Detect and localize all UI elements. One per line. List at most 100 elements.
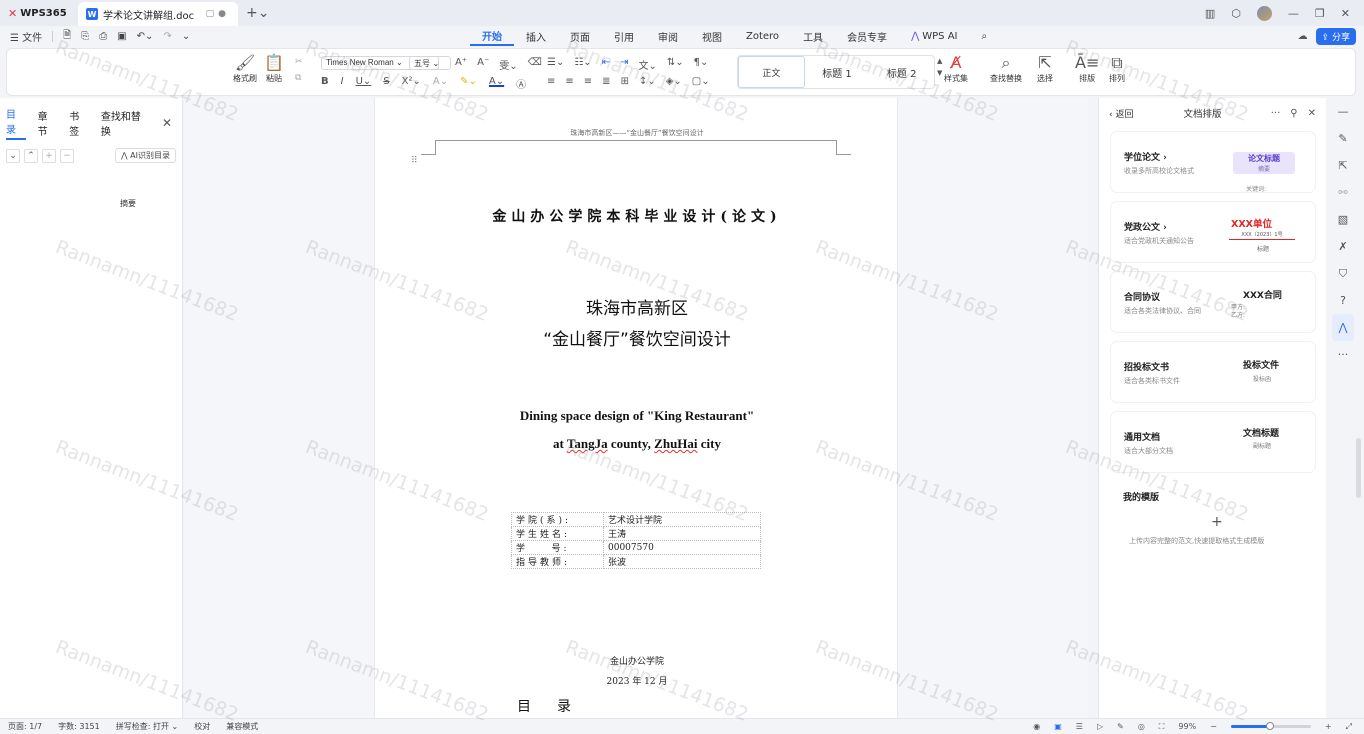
more-options-icon[interactable]: ··· xyxy=(1271,108,1281,119)
info-value[interactable]: 艺术设计学院 xyxy=(603,512,761,527)
zoom-in-icon[interactable]: + xyxy=(1325,722,1332,731)
undo-icon[interactable]: ↶⌄ xyxy=(137,31,154,42)
ai-layout-icon[interactable]: ⋀ xyxy=(1332,314,1354,341)
style-scroll-down-icon[interactable]: ▼ xyxy=(937,69,942,77)
copy-icon[interactable]: ⧉ xyxy=(295,73,303,83)
document-page[interactable]: 珠海市高新区——“金山餐厅”餐饮空间设计 ⠿ 金山办公学院本科毕业设计(论文) … xyxy=(374,98,898,718)
add-heading-icon[interactable]: + xyxy=(42,148,56,163)
redo-icon[interactable]: ↷ xyxy=(163,31,171,42)
underline-icon[interactable]: U⌄ xyxy=(356,76,372,91)
hamburger-menu-icon[interactable]: ☰ 文件 xyxy=(10,29,42,44)
tab-zotero[interactable]: Zotero xyxy=(734,26,791,46)
template-card-bidding[interactable]: 招投标文书 适合各类标书文件 xyxy=(1111,342,1315,402)
superscript-icon[interactable]: X²⌄ xyxy=(402,76,421,91)
tab-wps-ai[interactable]: ⋀ WPS AI xyxy=(899,26,969,46)
minimize-rail-icon[interactable]: — xyxy=(1338,98,1349,125)
layout-icon[interactable]: ▥ xyxy=(1205,7,1215,20)
proofread[interactable]: 校对 xyxy=(186,721,218,732)
template-card-contract[interactable]: 合同协议 适合各类法律协议、合同 xyxy=(1111,272,1315,332)
save-icon[interactable]: 🗎 xyxy=(63,28,71,45)
drag-handle-icon[interactable]: ⠿ xyxy=(411,156,418,166)
page-view-icon[interactable]: ▣ xyxy=(1054,722,1062,731)
align-center-icon[interactable]: ≡ xyxy=(565,76,573,87)
border-icon[interactable]: ▢⌄ xyxy=(692,76,710,87)
avatar[interactable] xyxy=(1256,5,1272,21)
tab-review[interactable]: 审阅 xyxy=(646,26,690,46)
justify-icon[interactable]: ≣ xyxy=(602,76,610,87)
tab-toc[interactable]: 目录 xyxy=(6,106,26,140)
align-left-icon[interactable]: ≡ xyxy=(547,76,555,87)
new-tab-plus-icon[interactable]: +⌄ xyxy=(246,5,269,21)
pin-icon[interactable]: ⚲ xyxy=(1290,108,1297,119)
toc-item[interactable]: 摘要 xyxy=(120,198,136,209)
numbered-list-icon[interactable]: ☷⌄ xyxy=(574,57,591,72)
tab-page[interactable]: 页面 xyxy=(558,26,602,46)
template-card-general[interactable]: 通用文档 适合大部分文档 xyxy=(1111,412,1315,472)
search-icon[interactable]: ⌕ xyxy=(970,26,1000,46)
tab-find-replace[interactable]: 查找和替换 xyxy=(101,108,150,138)
minimize-icon[interactable]: — xyxy=(1288,7,1299,20)
preview-icon[interactable]: ▣ xyxy=(117,31,126,42)
spell-error-word[interactable]: ZhuHai xyxy=(654,436,697,451)
tab-reference[interactable]: 引用 xyxy=(602,26,646,46)
tab-chapters[interactable]: 章节 xyxy=(38,108,58,138)
zoom-level[interactable]: 99% xyxy=(1178,722,1196,731)
style-set-button[interactable]: A̸ 样式集 xyxy=(944,53,968,84)
scroll-thumb[interactable] xyxy=(1356,438,1361,498)
tab-member[interactable]: 会员专享 xyxy=(835,26,899,46)
format-painter-button[interactable]: 🖌 格式刷 xyxy=(233,53,257,84)
shading-icon[interactable]: ◈⌄ xyxy=(666,76,682,87)
spell-error-word[interactable]: TangJa xyxy=(567,436,608,451)
chinese-layout-icon[interactable]: 文⌄ xyxy=(638,57,656,72)
shirt-icon[interactable]: ⛉ xyxy=(1339,260,1347,287)
word-count[interactable]: 字数: 3151 xyxy=(50,721,108,732)
export-icon[interactable]: ⎘ xyxy=(81,31,89,42)
tab-tools[interactable]: 工具 xyxy=(791,26,835,46)
show-marks-icon[interactable]: ¶⌄ xyxy=(694,57,709,72)
style-heading-1[interactable]: 标题 1 xyxy=(805,56,870,88)
layout-button[interactable]: Ā≡ 排版 xyxy=(1075,53,1099,84)
bullet-list-icon[interactable]: ☰⌄ xyxy=(547,57,564,72)
cloud-icon[interactable]: ☁ xyxy=(1298,31,1308,42)
shrink-font-icon[interactable]: A⁻ xyxy=(477,57,489,72)
document-scrollbar[interactable] xyxy=(1087,98,1088,718)
paste-button[interactable]: 📋 粘贴 xyxy=(264,53,284,84)
font-color-icon[interactable]: A⌄ xyxy=(489,76,504,91)
text-effect-icon[interactable]: A⌄ xyxy=(433,76,448,91)
phonetic-icon[interactable]: 雯⌄ xyxy=(499,57,517,72)
add-template-plus-icon[interactable]: + xyxy=(1211,514,1223,530)
italic-icon[interactable]: I xyxy=(341,76,344,91)
remove-heading-icon[interactable]: − xyxy=(60,148,74,163)
align-right-icon[interactable]: ≡ xyxy=(584,76,592,87)
fit-page-icon[interactable]: ⤢ xyxy=(1346,722,1352,732)
zoom-knob[interactable] xyxy=(1266,722,1275,730)
style-normal[interactable]: 正文 xyxy=(738,56,805,88)
highlight-icon[interactable]: ✎⌄ xyxy=(460,76,477,91)
close-pane-icon[interactable]: ✕ xyxy=(162,116,176,130)
style-heading-2[interactable]: 标题 2 xyxy=(869,56,934,88)
share-button[interactable]: ⇪ 分享 xyxy=(1315,27,1356,45)
zoom-slider[interactable] xyxy=(1230,722,1311,730)
arrange-button[interactable]: ⧉ 排列 xyxy=(1109,53,1125,84)
style-scroll-up-icon[interactable]: ▲ xyxy=(937,57,942,65)
help-icon[interactable]: ? xyxy=(1340,287,1346,314)
grow-font-icon[interactable]: A⁺ xyxy=(455,57,467,72)
tab-close-icon[interactable]: ▢● xyxy=(206,9,230,19)
page-count[interactable]: 页面: 1/7 xyxy=(0,721,50,732)
tab-insert[interactable]: 插入 xyxy=(514,26,558,46)
zoom-out-icon[interactable]: − xyxy=(1210,722,1217,731)
document-tab[interactable]: W 学术论文讲解组.doc ▢● xyxy=(78,2,238,26)
spell-check[interactable]: 拼写检查: 打开 ⌄ xyxy=(108,721,187,732)
decrease-indent-icon[interactable]: ⇤ xyxy=(602,57,610,72)
expand-down-icon[interactable]: ⌄ xyxy=(6,148,20,163)
ai-toc-button[interactable]: ⋀ AI识别目录 xyxy=(115,148,176,163)
play-icon[interactable]: ▷ xyxy=(1097,722,1103,731)
restore-icon[interactable]: ❐ xyxy=(1315,7,1325,20)
distribute-icon[interactable]: ⊞ xyxy=(621,76,629,87)
bold-icon[interactable]: B xyxy=(321,76,329,91)
template-card-thesis[interactable]: 学位论文 › 收录多所高校论文格式 论文标题 摘要 关键词: xyxy=(1111,132,1315,193)
outline-view-icon[interactable]: ☰ xyxy=(1076,722,1083,731)
pen-view-icon[interactable]: ✎ xyxy=(1117,722,1124,731)
panel-scrollbar[interactable] xyxy=(1356,98,1362,718)
cube-icon[interactable]: ⬡ xyxy=(1231,7,1241,20)
